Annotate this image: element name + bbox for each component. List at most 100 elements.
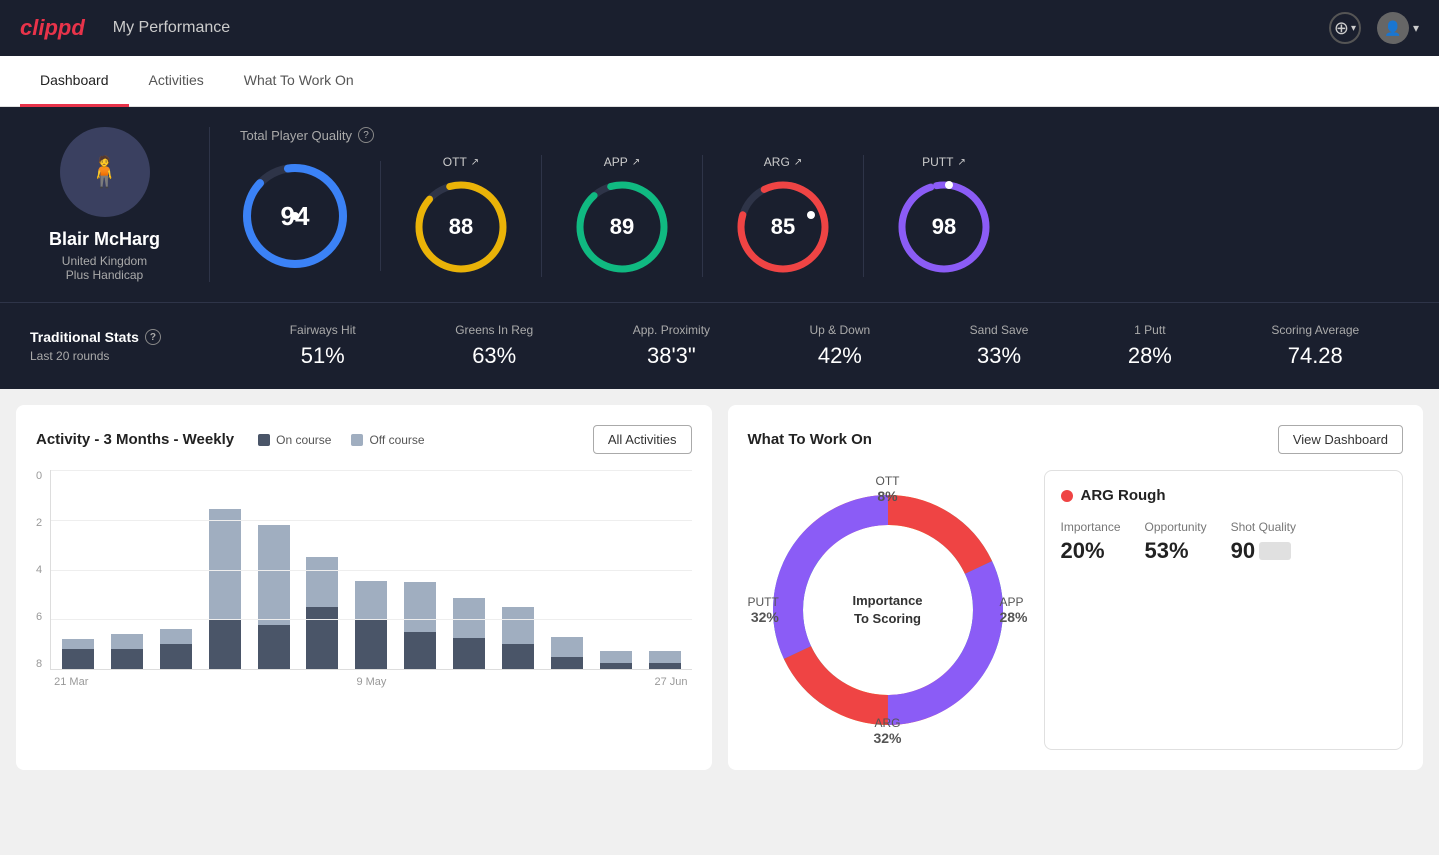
tab-dashboard[interactable]: Dashboard <box>20 56 129 107</box>
stat-value: 33% <box>970 343 1029 369</box>
donut-chart: ImportanceTo Scoring OTT 8% APP 28% ARG … <box>748 470 1028 750</box>
stat-app-proximity: App. Proximity 38'3" <box>633 323 710 369</box>
stat-scoring-avg: Scoring Average 74.28 <box>1271 323 1359 369</box>
tab-activities[interactable]: Activities <box>129 56 224 107</box>
gauge-putt: PUTT ↗ 98 <box>864 155 1024 277</box>
legend-on-course: On course <box>258 433 331 447</box>
arrow-icon: ↗ <box>632 157 640 168</box>
stat-label: Sand Save <box>970 323 1029 337</box>
y-label: 2 <box>36 517 42 529</box>
metric-label: Opportunity <box>1145 520 1207 534</box>
chart-y-labels: 8 6 4 2 0 <box>36 470 50 670</box>
plus-icon: ⊕ <box>1334 18 1349 39</box>
stat-value: 51% <box>290 343 356 369</box>
view-dashboard-button[interactable]: View Dashboard <box>1278 425 1403 454</box>
player-name: Blair McHarg <box>49 229 160 250</box>
gauge-ott: OTT ↗ 88 <box>381 155 542 277</box>
metric-importance: Importance 20% <box>1061 520 1121 564</box>
legend-swatch-on <box>258 434 270 446</box>
what-to-work-on-panel: What To Work On View Dashboard Impo <box>728 405 1424 770</box>
add-button[interactable]: ⊕ ▾ <box>1329 12 1361 44</box>
stat-value: 38'3" <box>633 343 710 369</box>
stat-label: Scoring Average <box>1271 323 1359 337</box>
logo: clippd My Performance <box>20 15 230 41</box>
player-country: United Kingdom <box>62 254 147 268</box>
x-label-9may: 9 May <box>356 676 386 688</box>
shot-quality-badge <box>1259 542 1291 560</box>
stat-label: Greens In Reg <box>455 323 533 337</box>
metric-value: 53% <box>1145 538 1207 564</box>
gauge-putt-label: PUTT ↗ <box>922 155 966 169</box>
donut-label-putt: PUTT 32% <box>748 595 779 625</box>
legend-swatch-off <box>351 434 363 446</box>
stat-value: 74.28 <box>1271 343 1359 369</box>
all-activities-button[interactable]: All Activities <box>593 425 692 454</box>
stat-fairways-hit: Fairways Hit 51% <box>290 323 356 369</box>
info-icon[interactable]: ? <box>145 329 161 345</box>
info-icon[interactable]: ? <box>358 127 374 143</box>
gauge-ott-value: 88 <box>449 214 473 240</box>
gauges-area: Total Player Quality ? 94 OTT <box>210 127 1409 282</box>
stat-greens-reg: Greens In Reg 63% <box>455 323 533 369</box>
stat-1-putt: 1 Putt 28% <box>1128 323 1172 369</box>
metric-shot-quality: Shot Quality 90 <box>1231 520 1296 564</box>
stat-value: 42% <box>810 343 871 369</box>
nav-tabs: Dashboard Activities What To Work On <box>0 56 1439 107</box>
gauge-main-value: 94 <box>281 201 310 232</box>
stats-label: Traditional Stats ? Last 20 rounds <box>30 329 210 363</box>
wtwon-card-area: ARG Rough Importance 20% Opportunity 53%… <box>1044 470 1404 750</box>
activity-panel: Activity - 3 Months - Weekly On course O… <box>16 405 712 770</box>
metric-value: 20% <box>1061 538 1121 564</box>
stat-value: 28% <box>1128 343 1172 369</box>
wtwon-content: ImportanceTo Scoring OTT 8% APP 28% ARG … <box>748 470 1404 750</box>
hero-section: 🧍 Blair McHarg United Kingdom Plus Handi… <box>0 107 1439 302</box>
stats-items: Fairways Hit 51% Greens In Reg 63% App. … <box>210 323 1409 369</box>
gauge-ott-svg: 88 <box>411 177 511 277</box>
donut-label-app: APP 28% <box>999 595 1027 625</box>
metric-label: Shot Quality <box>1231 520 1296 534</box>
gauge-arg-svg: 85 <box>733 177 833 277</box>
arrow-icon: ↗ <box>471 157 479 168</box>
stat-sand-save: Sand Save 33% <box>970 323 1029 369</box>
player-handicap: Plus Handicap <box>66 268 143 282</box>
gauge-app-label: APP ↗ <box>604 155 640 169</box>
stats-subtitle: Last 20 rounds <box>30 349 180 363</box>
stat-up-and-down: Up & Down 42% <box>810 323 871 369</box>
gauge-arg-label: ARG ↗ <box>764 155 802 169</box>
metric-label: Importance <box>1061 520 1121 534</box>
stat-label: 1 Putt <box>1128 323 1172 337</box>
arrow-icon: ↗ <box>957 157 965 168</box>
x-label-21mar: 21 Mar <box>54 676 88 688</box>
avatar: 🧍 <box>60 127 150 217</box>
user-dropdown-icon: ▾ <box>1413 21 1419 35</box>
gauge-app-value: 89 <box>610 214 634 240</box>
gauge-main: 94 <box>240 161 381 271</box>
arrow-icon: ↗ <box>794 157 802 168</box>
x-label-27jun: 27 Jun <box>654 676 687 688</box>
gauge-app-svg: 89 <box>572 177 672 277</box>
card-title: ARG Rough <box>1061 487 1387 504</box>
gauge-putt-value: 98 <box>932 214 956 240</box>
tab-what-to-work-on[interactable]: What To Work On <box>224 56 374 107</box>
wtwon-panel-header: What To Work On View Dashboard <box>748 425 1404 454</box>
metric-value: 90 <box>1231 538 1255 564</box>
stat-value: 63% <box>455 343 533 369</box>
gauges-row: 94 OTT ↗ 88 AP <box>240 155 1409 277</box>
total-quality-label: Total Player Quality ? <box>240 127 1409 143</box>
logo-text: clippd <box>20 15 85 41</box>
donut-label-ott: OTT 8% <box>876 474 900 504</box>
stat-label: App. Proximity <box>633 323 710 337</box>
add-dropdown-icon: ▾ <box>1351 23 1356 34</box>
wtwon-title: What To Work On <box>748 431 872 448</box>
activity-panel-header: Activity - 3 Months - Weekly On course O… <box>36 425 692 454</box>
stat-label: Fairways Hit <box>290 323 356 337</box>
arg-rough-card: ARG Rough Importance 20% Opportunity 53%… <box>1044 470 1404 750</box>
y-label: 0 <box>36 470 42 482</box>
header-right: ⊕ ▾ 👤 ▾ <box>1329 12 1419 44</box>
metric-opportunity: Opportunity 53% <box>1145 520 1207 564</box>
gauge-main-svg: 94 <box>240 161 350 271</box>
donut-center: ImportanceTo Scoring <box>852 592 922 628</box>
user-menu[interactable]: 👤 ▾ <box>1377 12 1419 44</box>
bottom-panels: Activity - 3 Months - Weekly On course O… <box>0 389 1439 786</box>
gauge-ott-label: OTT ↗ <box>443 155 479 169</box>
